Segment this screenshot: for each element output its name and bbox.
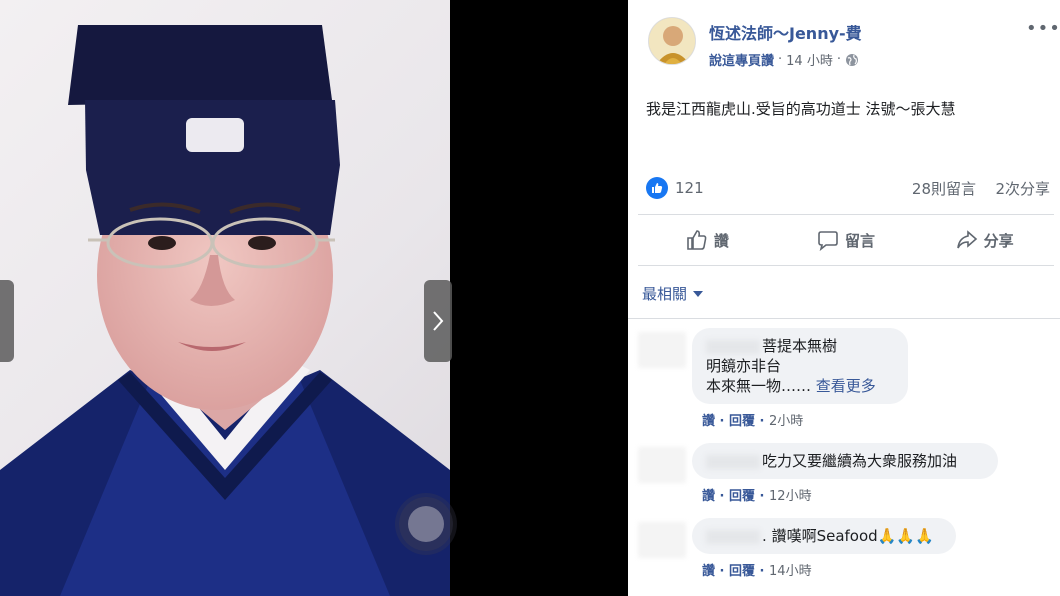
author-name[interactable]: 恆述法師～Jenny-費 — [709, 20, 862, 44]
comment-time[interactable]: 2小時 — [769, 414, 803, 429]
sort-label: 最相關 — [642, 285, 688, 303]
chevron-right-icon — [433, 311, 444, 331]
share-button-label: 分享 — [983, 231, 1014, 250]
comment-sort-dropdown[interactable]: 最相關 — [642, 283, 704, 304]
thumbs-up-icon — [687, 230, 707, 250]
comment-bubble: . 讚嘆啊Seafood🙏🙏🙏 — [692, 518, 956, 554]
comment-reply-link[interactable]: 回覆 — [729, 414, 755, 429]
more-options-icon[interactable]: ••• — [1026, 18, 1060, 39]
comment-like-link[interactable]: 讚 — [702, 414, 715, 429]
globe-icon — [845, 53, 858, 66]
post-photo — [0, 0, 450, 596]
share-button[interactable]: 分享 — [915, 215, 1054, 265]
comment-actions: 讚 · 回覆 · 14小時 — [702, 564, 812, 579]
comment-reply-link[interactable]: 回覆 — [729, 489, 755, 504]
commenter-name[interactable] — [706, 529, 760, 544]
share-icon — [956, 230, 977, 249]
next-photo-button[interactable] — [424, 280, 452, 362]
comment-actions: 讚 · 回覆 · 2小時 — [702, 414, 804, 429]
photo-viewer — [0, 0, 628, 596]
comment-text-line: 菩提本無樹 — [762, 337, 838, 355]
comment-prefix: . — [762, 527, 767, 545]
commenter-avatar[interactable] — [638, 447, 686, 483]
comment-bubble: 吃力又要繼續為大衆服務加油 — [692, 443, 998, 479]
comment-count[interactable]: 28則留言 — [912, 178, 976, 199]
comment-like-link[interactable]: 讚 — [702, 489, 715, 504]
post-text: 我是江西龍虎山.受旨的高功道士 法號～張大慧 — [646, 100, 956, 118]
comment-text-line: 本來無一物…… — [706, 377, 812, 395]
post-panel: 恆述法師～Jenny-費 說這專頁讚 · 14 小時 · ••• 我是江西龍虎山… — [628, 0, 1060, 596]
see-more-link[interactable]: 查看更多 — [816, 377, 876, 395]
divider — [628, 318, 1060, 319]
comment-text: 吃力又要繼續為大衆服務加油 — [762, 452, 958, 470]
comment-text-line: 明鏡亦非台 — [706, 357, 782, 375]
comment-button-label: 留言 — [845, 231, 876, 250]
like-page-link[interactable]: 說這專頁讚 — [709, 50, 774, 69]
author-avatar[interactable] — [648, 17, 696, 65]
portrait-illustration — [0, 25, 450, 596]
like-button-label: 讚 — [713, 231, 729, 250]
praying-hands-emoji: 🙏🙏🙏 — [877, 527, 934, 545]
commenter-avatar[interactable] — [638, 522, 686, 558]
reactions-bar: 121 28則留言 2次分享 — [646, 176, 1050, 200]
comment-button[interactable]: 留言 — [777, 215, 916, 265]
comment-text: 讚嘆啊Seafood — [771, 527, 878, 545]
post-meta: 說這專頁讚 · 14 小時 · — [709, 50, 859, 69]
comment-time[interactable]: 12小時 — [769, 489, 812, 504]
post-time[interactable]: 14 小時 — [786, 50, 833, 69]
like-reaction-icon[interactable] — [646, 177, 668, 199]
comment-icon — [818, 231, 838, 251]
caret-down-icon — [693, 290, 704, 297]
meta-separator: · — [778, 52, 783, 67]
share-count[interactable]: 2次分享 — [995, 178, 1050, 199]
commenter-name[interactable] — [706, 339, 760, 354]
zoom-control[interactable] — [399, 497, 453, 551]
post-header: 恆述法師～Jenny-費 說這專頁讚 · 14 小時 · ••• — [628, 0, 1060, 80]
post-actions: 讚 留言 分享 — [638, 214, 1054, 266]
comment-like-link[interactable]: 讚 — [702, 564, 715, 579]
comment-bubble: 菩提本無樹 明鏡亦非台 本來無一物…… 查看更多 — [692, 328, 908, 404]
comment-actions: 讚 · 回覆 · 12小時 — [702, 489, 812, 504]
commenter-avatar[interactable] — [638, 332, 686, 368]
previous-photo-button[interactable] — [0, 280, 14, 362]
commenter-name[interactable] — [706, 454, 760, 469]
like-count[interactable]: 121 — [675, 179, 704, 197]
comment-reply-link[interactable]: 回覆 — [729, 564, 755, 579]
comment-time[interactable]: 14小時 — [769, 564, 812, 579]
like-button[interactable]: 讚 — [638, 215, 777, 265]
meta-separator: · — [836, 52, 841, 67]
